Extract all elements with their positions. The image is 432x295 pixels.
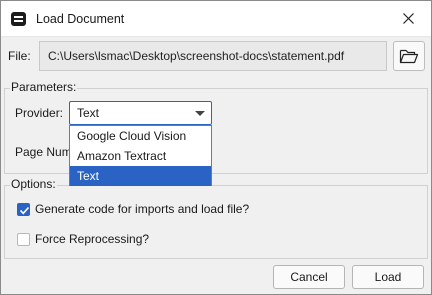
close-icon [402, 13, 414, 24]
force-reprocessing-option[interactable]: Force Reprocessing? [17, 232, 149, 246]
provider-label: Provider: [15, 106, 64, 120]
load-button[interactable]: Load [352, 265, 424, 289]
generate-code-option[interactable]: Generate code for imports and load file? [17, 202, 249, 216]
provider-option-amazon-textract[interactable]: Amazon Textract [70, 146, 211, 166]
browse-button[interactable] [393, 41, 425, 71]
cancel-button[interactable]: Cancel [273, 265, 345, 289]
parameters-group [4, 88, 428, 174]
checkmark-icon [19, 206, 30, 214]
generate-code-label: Generate code for imports and load file? [35, 202, 250, 216]
file-path-field[interactable]: C:\Users\lsmac\Desktop\screenshot-docs\s… [39, 41, 387, 71]
page-number-label: Page Num [15, 145, 72, 159]
provider-select[interactable]: Text [69, 101, 212, 125]
parameters-group-label: Parameters: [10, 80, 78, 94]
document-icon [11, 12, 26, 26]
force-reprocessing-checkbox[interactable] [17, 232, 30, 246]
options-group [4, 185, 428, 259]
provider-option-google-cloud-vision[interactable]: Google Cloud Vision [70, 126, 211, 146]
force-reprocessing-label: Force Reprocessing? [35, 232, 150, 246]
provider-option-text[interactable]: Text [70, 166, 211, 186]
folder-open-icon [399, 49, 419, 64]
load-document-dialog: Load Document File: C:\Users\lsmac\Deskt… [0, 0, 432, 295]
provider-dropdown-list: Google Cloud Vision Amazon Textract Text [69, 125, 212, 186]
title-bar: Load Document [1, 1, 431, 37]
window-title: Load Document [36, 12, 125, 26]
provider-select-value: Text [77, 106, 100, 120]
close-button[interactable] [385, 1, 431, 36]
generate-code-checkbox[interactable] [17, 202, 30, 216]
options-group-label: Options: [10, 177, 57, 191]
file-label: File: [8, 49, 31, 63]
chevron-down-icon [195, 111, 205, 116]
